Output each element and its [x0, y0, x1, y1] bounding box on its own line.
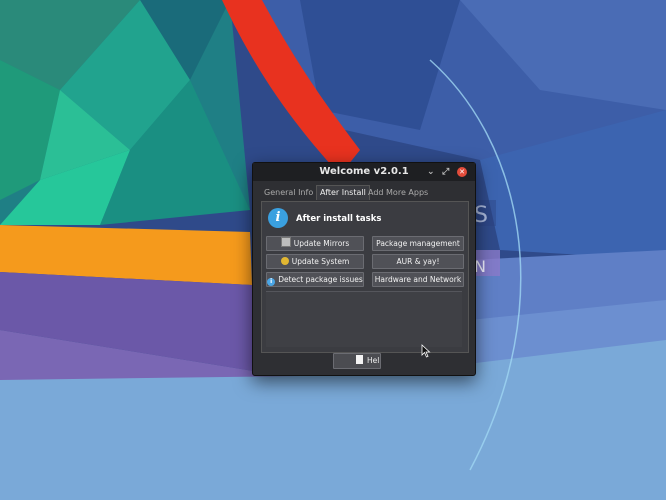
- help-button[interactable]: Hel: [333, 353, 381, 369]
- detect-package-issues-label: Detect package issues: [278, 275, 363, 284]
- aur-yay-button[interactable]: AUR & yay!: [372, 254, 464, 269]
- output-area: [266, 291, 462, 347]
- tab-after-install[interactable]: After Install: [316, 185, 370, 200]
- detect-package-issues-button[interactable]: i Detect package issues: [266, 272, 364, 287]
- minimize-icon[interactable]: ⌄: [427, 166, 435, 178]
- square-icon: [280, 237, 291, 247]
- update-mirrors-label: Update Mirrors: [293, 239, 350, 248]
- background-fragment-letter-s: S: [474, 203, 488, 228]
- after-install-panel: i After install tasks Update Mirrors Upd…: [261, 201, 469, 353]
- tab-general-info[interactable]: General Info: [261, 186, 316, 200]
- window-titlebar[interactable]: Welcome v2.0.1 ⌄ ⤢ ✕: [253, 163, 475, 181]
- document-icon: [356, 355, 363, 364]
- package-management-button[interactable]: Package management: [372, 236, 464, 251]
- update-system-button[interactable]: Update System: [266, 254, 364, 269]
- close-icon[interactable]: ✕: [457, 167, 467, 177]
- panel-header: After install tasks: [296, 214, 382, 224]
- info-icon: i: [267, 278, 276, 286]
- tab-add-more-apps[interactable]: Add More Apps: [365, 186, 431, 200]
- update-system-label: Update System: [291, 257, 350, 266]
- maximize-icon[interactable]: ⤢: [442, 166, 449, 178]
- refresh-icon: [280, 257, 289, 265]
- welcome-window: Welcome v2.0.1 ⌄ ⤢ ✕ General Info After …: [252, 162, 476, 376]
- hardware-network-button[interactable]: Hardware and Network: [372, 272, 464, 287]
- help-label: Hel: [367, 356, 380, 365]
- info-icon: i: [268, 208, 288, 228]
- mouse-cursor-icon: [421, 344, 431, 358]
- update-mirrors-button[interactable]: Update Mirrors: [266, 236, 364, 251]
